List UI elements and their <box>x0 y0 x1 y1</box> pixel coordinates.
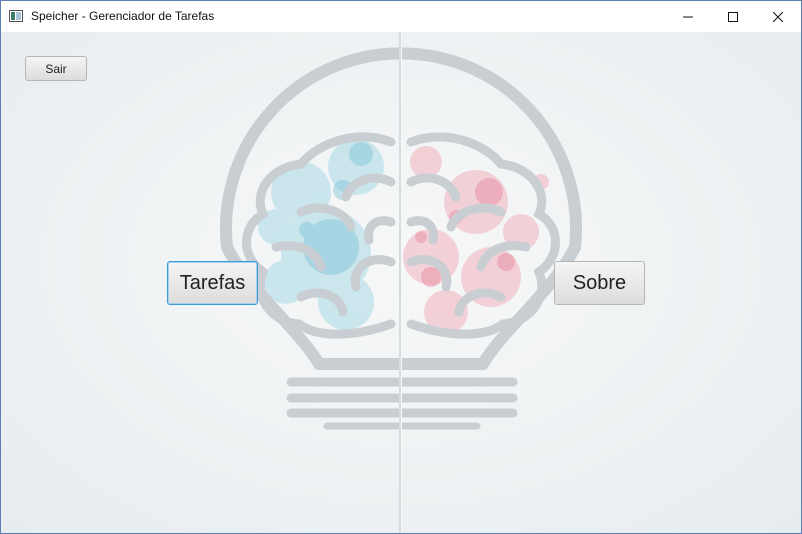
maximize-button[interactable] <box>710 1 756 32</box>
main-content: Sair Tarefas Sobre <box>1 32 801 533</box>
title-bar[interactable]: Speicher - Gerenciador de Tarefas <box>1 1 801 32</box>
sair-button[interactable]: Sair <box>25 56 87 81</box>
close-button[interactable] <box>755 1 801 32</box>
sobre-button[interactable]: Sobre <box>554 261 645 305</box>
app-icon <box>9 10 23 22</box>
window-title: Speicher - Gerenciador de Tarefas <box>31 9 215 23</box>
maximize-icon <box>728 11 738 22</box>
tarefas-button[interactable]: Tarefas <box>167 261 258 305</box>
app-window: Speicher - Gerenciador de Tarefas Sair T… <box>0 0 802 534</box>
close-icon <box>773 11 783 22</box>
minimize-button[interactable] <box>665 1 711 32</box>
minimize-icon <box>683 16 693 17</box>
center-divider <box>399 32 402 533</box>
